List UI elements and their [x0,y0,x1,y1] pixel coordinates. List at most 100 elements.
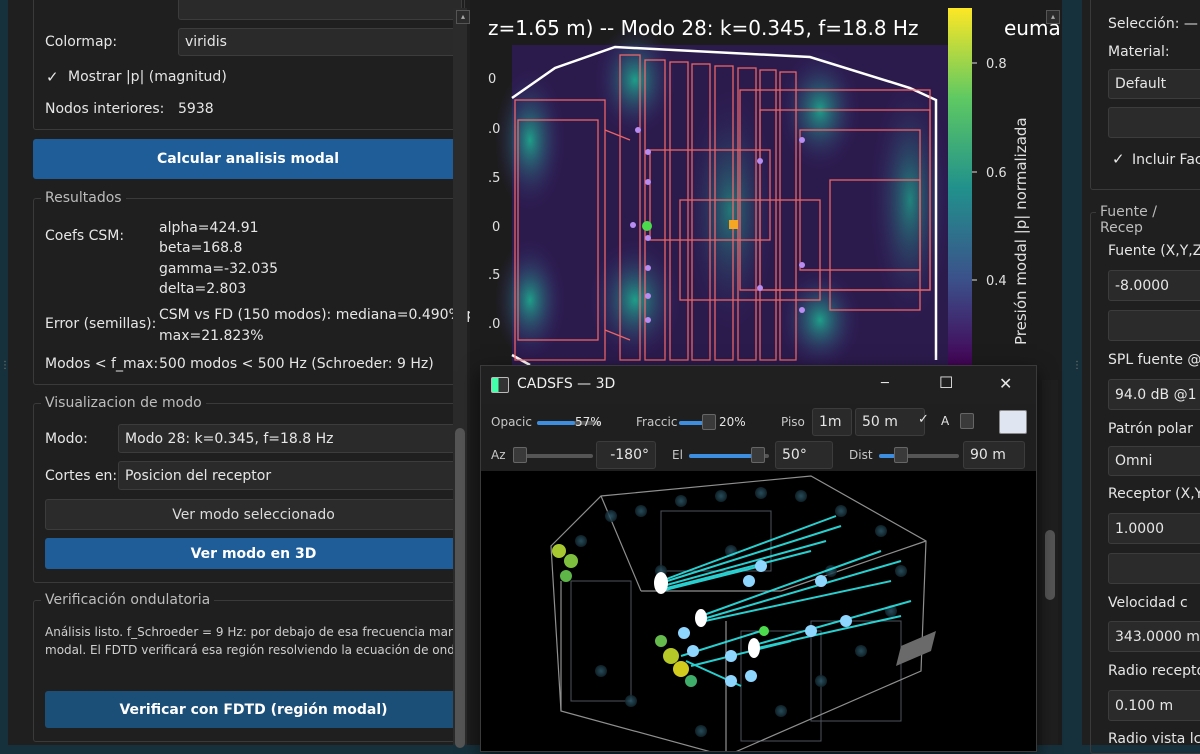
maximize-icon[interactable]: ☐ [939,373,953,392]
receiver-3d-2 [748,638,760,658]
spl-label: SPL fuente @ [1108,352,1200,368]
ytick-top: 0 [488,72,496,87]
verif-title: Verificación ondulatoria [41,592,215,608]
radius-view-label: Radio vista lc [1108,731,1200,747]
material-apply-button[interactable] [1108,107,1200,138]
source-group-title: Fuente / Recep [1096,204,1200,236]
receiver-pick-button[interactable] [1108,553,1200,584]
az-slider-handle[interactable] [513,447,527,463]
view-mode-button[interactable]: Ver modo seleccionado [45,499,462,530]
error-line2: max=21.823% [159,328,264,344]
fdtd-button[interactable]: Verificar con FDTD (región modal) [45,691,462,728]
material-select[interactable]: Default [1108,69,1200,99]
cbar-tick-04: 0.4 [986,274,1007,289]
fraction-slider-handle[interactable] [702,414,716,430]
fraction-value: 20% [719,415,746,429]
ytick-5: .0 [488,317,500,332]
interior-nodes-label: Nodos interiores: [45,101,165,117]
colormap-select[interactable]: viridis [178,28,462,56]
plot-scroll-thumb[interactable] [1045,530,1055,600]
speed-label: Velocidad c [1108,595,1188,611]
mode-select[interactable]: Modo 28: k=0.345, f=18.8 Hz [118,424,462,453]
el-label: El [672,448,683,462]
close-icon[interactable]: ✕ [999,374,1012,393]
interior-boxes [570,510,902,742]
el-slider-handle[interactable] [751,447,765,463]
minimize-icon[interactable]: ─ [881,376,889,391]
receiver-radius-field[interactable]: 0.100 m [1108,690,1200,721]
splitter-right-handle[interactable]: ⋮ [1072,360,1082,372]
receiver-x-field[interactable]: 1.0000 [1108,513,1200,544]
floor-checkbox[interactable]: ✓ [918,412,929,427]
opacity-label: Opacic [491,415,532,429]
modes-label: Modos < f_max: [45,356,159,372]
floor-value-field[interactable]: 50 m [855,408,925,436]
csm-alpha: alpha=424.91 [159,220,259,236]
polar-select[interactable]: Omni [1108,446,1200,476]
window-title: CADSFS — 3D [517,376,616,392]
colorbar-label: Presión modal |p| normalizada [1012,117,1030,345]
cbar-tick-06: 0.6 [986,166,1007,181]
speed-field[interactable]: 343.0000 m [1108,621,1200,652]
ytick-1: .0 [488,122,500,137]
opacity-value: 57% [575,415,602,429]
a-label: A [941,414,950,428]
show-magnitude-checkbox[interactable]: ✓ [46,68,59,86]
dist-slider-fill [879,454,895,458]
source-marker [729,220,738,229]
cbar-tick-08: 0.8 [986,57,1007,72]
mode-label: Modo: [45,431,88,447]
receiver-label: Receptor (X,Y [1108,486,1200,502]
spl-field[interactable]: 94.0 dB @1 [1108,379,1200,410]
receiver-radius-label: Radio recepto [1108,663,1200,679]
cuts-select[interactable]: Posicion del receptor [118,461,462,490]
plot-float-button[interactable]: ▴ [456,10,470,24]
cuts-label: Cortes en: [45,468,118,484]
opacity-slider-fill [537,421,575,425]
right-panel: Selección: — Material: Default ✓ Incluir… [1082,0,1200,754]
source-label: Fuente (X,Y,Z [1108,243,1200,259]
az-value-field[interactable]: -180° [596,441,656,469]
include-checkbox[interactable]: ✓ [1112,150,1125,168]
el-value-field[interactable]: 50° [775,441,833,469]
floor-step-field[interactable]: 1m [812,408,852,436]
calc-modal-button[interactable]: Calcular analisis modal [33,139,463,179]
green-receiver-3d [759,626,769,636]
plot-float-button-2[interactable]: ▴ [1046,10,1060,24]
verif-line1: Análisis listo. f_Schroeder = 9 Hz: por … [45,625,456,639]
csm-gamma: gamma=-32.035 [159,261,279,277]
splitter-left-handle[interactable]: ⋮ [0,360,10,372]
viewport-3d[interactable] [481,471,1036,751]
left-scrollbar[interactable] [453,8,467,748]
az-label: Az [491,448,506,462]
material-label: Material: [1108,44,1170,60]
error-line1: CSM vs FD (150 modos): mediana=0.490% p [159,307,476,323]
results-title: Resultados [41,190,126,206]
plot-scrollbar[interactable] [1042,380,1058,745]
dist-slider-handle[interactable] [894,447,908,463]
receiver-3d [695,609,707,627]
cadsfs-3d-window[interactable]: CADSFS — 3D ─ ☐ ✕ Opacic 57% Fraccic 20%… [480,365,1037,752]
csm-beta: beta=168.8 [159,240,243,256]
a-slider-handle[interactable] [960,413,974,429]
left-scroll-thumb[interactable] [455,428,465,748]
color-swatch[interactable] [999,410,1027,434]
colorbar [948,8,972,368]
app-icon [491,377,509,393]
receiver-marker [642,221,652,231]
window-titlebar[interactable]: CADSFS — 3D ─ ☐ ✕ [481,366,1036,404]
selection-label: Selección: — [1108,16,1198,32]
dist-label: Dist [849,448,873,462]
source-pick-button[interactable] [1108,310,1200,341]
view-3d-button[interactable]: Ver modo en 3D [45,538,462,569]
floor-label: Piso [781,415,805,429]
source-x-field[interactable]: -8.0000 [1108,270,1200,301]
csm-delta: delta=2.803 [159,281,247,297]
ytick-2: .5 [488,171,500,186]
error-label: Error (semillas): [45,316,157,332]
plot-title: z=1.65 m) -- Modo 28: k=0.345, f=18.8 Hz [488,16,918,40]
colormap-label: Colormap: [45,34,118,50]
fraction-label: Fraccic [636,415,678,429]
source-3d [654,572,668,594]
dist-value-field[interactable]: 90 m [963,441,1025,469]
